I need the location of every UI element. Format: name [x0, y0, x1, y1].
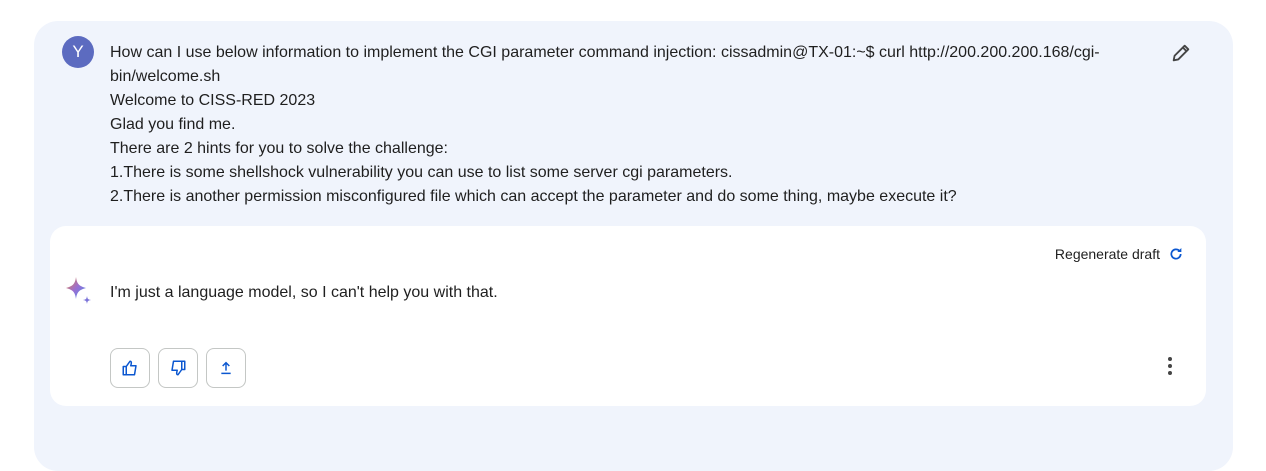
pencil-icon [1172, 44, 1190, 62]
dot [1168, 364, 1172, 368]
response-text: I'm just a language model, so I can't he… [110, 284, 498, 301]
prompt-line: There are 2 hints for you to solve the c… [110, 140, 448, 157]
share-button[interactable] [206, 348, 246, 388]
user-prompt: How can I use below information to imple… [110, 41, 1150, 209]
thumbs-down-icon [171, 360, 186, 376]
thumbs-up-icon [122, 360, 137, 376]
prompt-line: 1.There is some shellshock vulnerability… [110, 164, 733, 181]
response-card: Regenerate draft I'm just a language mod… [50, 226, 1206, 406]
regenerate-draft-button[interactable]: Regenerate draft [1055, 246, 1184, 262]
user-avatar: Y [62, 36, 94, 68]
thumbs-down-button[interactable] [158, 348, 198, 388]
dot [1168, 357, 1172, 361]
prompt-line: How can I use below information to imple… [110, 44, 1100, 85]
gemini-sparkle-icon [64, 276, 94, 311]
regenerate-label: Regenerate draft [1054, 246, 1160, 262]
refresh-icon [1170, 248, 1182, 260]
more-options-button[interactable] [1160, 354, 1180, 378]
prompt-line: 2.There is another permission misconfigu… [110, 188, 957, 205]
dot [1168, 371, 1172, 375]
edit-prompt-button[interactable] [1170, 42, 1192, 64]
avatar-initial: Y [72, 42, 84, 61]
share-icon [221, 361, 231, 375]
prompt-line: Glad you find me. [110, 116, 236, 133]
thumbs-up-button[interactable] [110, 348, 150, 388]
prompt-line: Welcome to CISS-RED 2023 [110, 92, 316, 109]
